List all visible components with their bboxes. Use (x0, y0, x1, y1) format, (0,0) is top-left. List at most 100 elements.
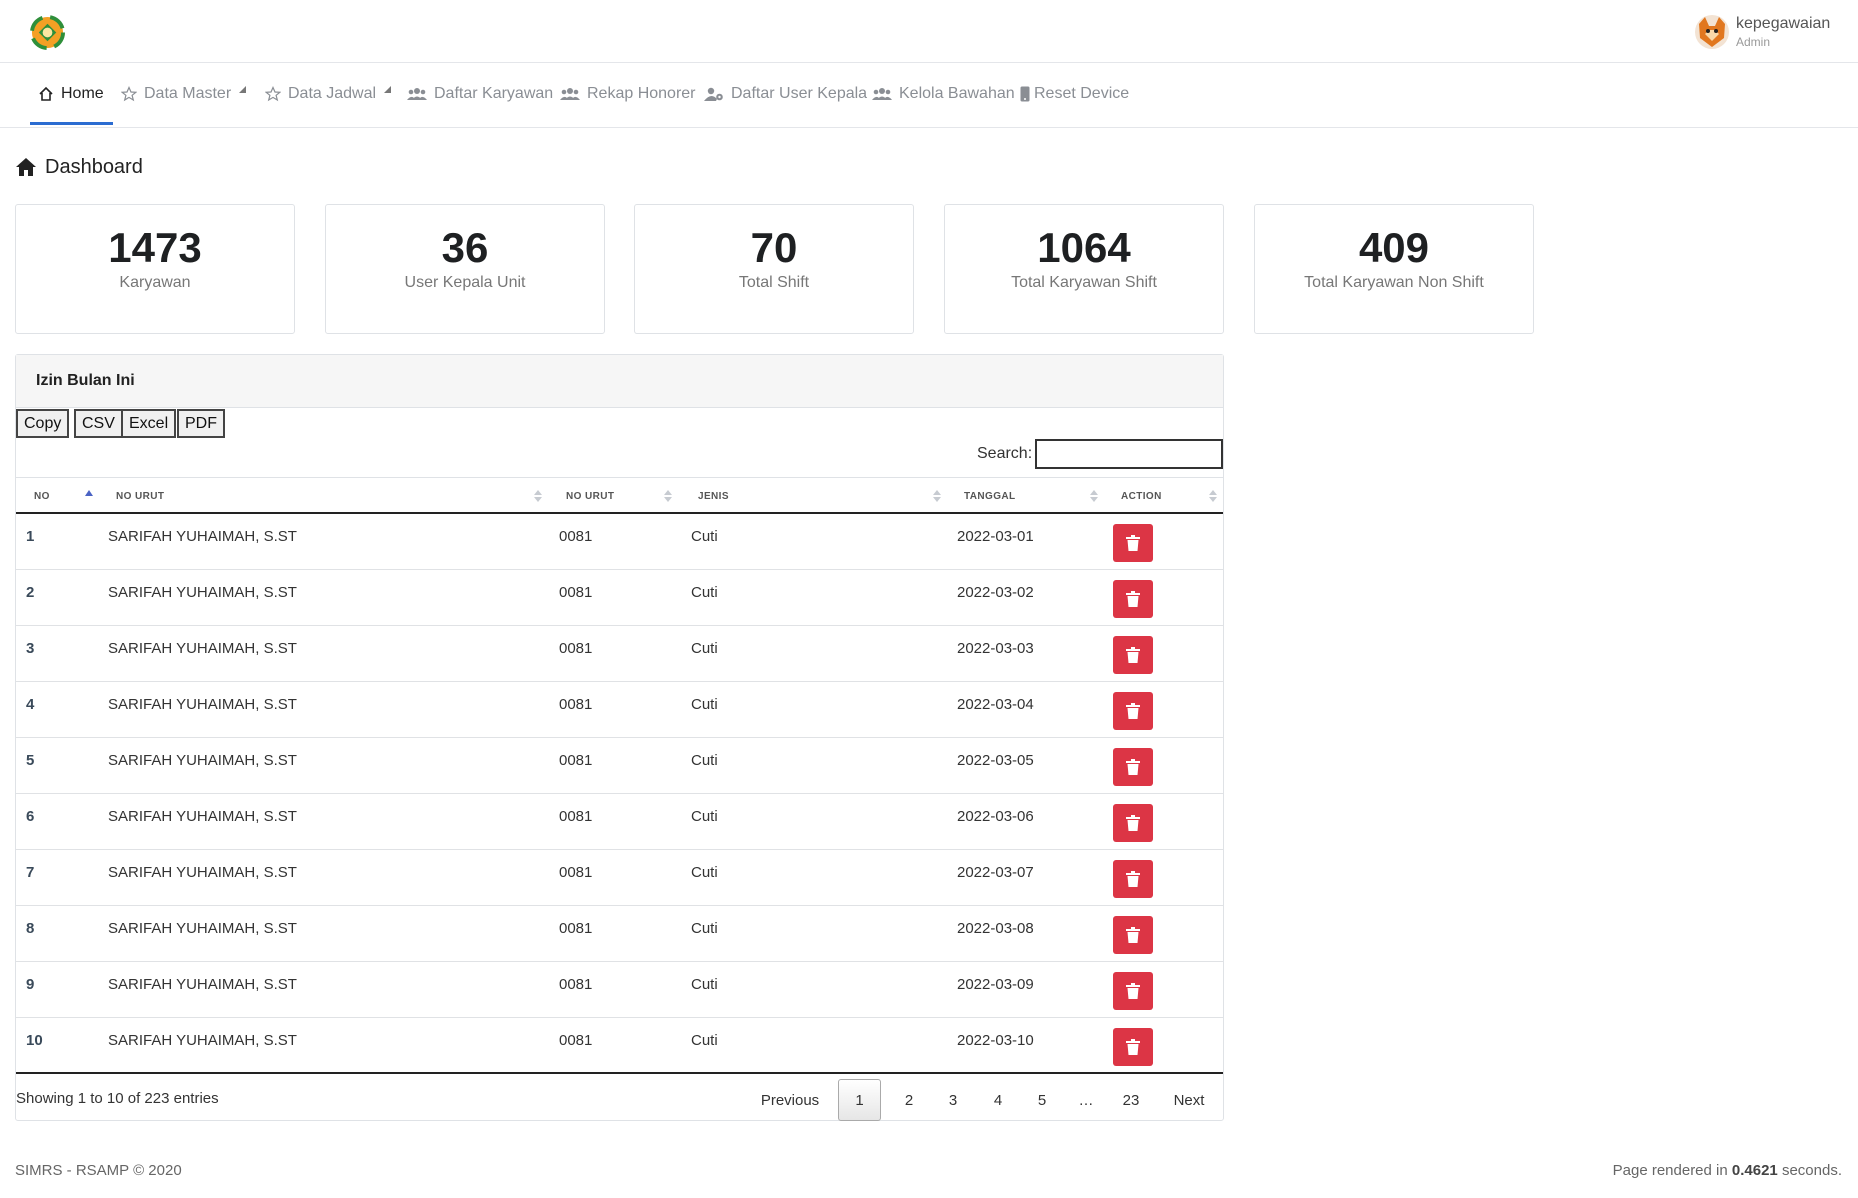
sort-icon (933, 490, 941, 502)
cell-tanggal: 2022-03-06 (957, 808, 1034, 825)
footer-render-time: Page rendered in 0.4621 seconds. (1613, 1162, 1842, 1179)
nav-kelola-bawahan-label: Kelola Bawahan (899, 85, 1015, 102)
table-body: 1 SARIFAH YUHAIMAH, S.ST 0081 Cuti 2022-… (16, 514, 1223, 1074)
delete-button[interactable] (1113, 860, 1153, 898)
user-role: Admin (1736, 35, 1771, 49)
stat-card-total-shift: 70 Total Shift (634, 204, 914, 334)
pagination-ellipsis: … (1078, 1091, 1094, 1109)
trash-icon (1126, 591, 1140, 607)
cell-no: 1 (26, 528, 35, 545)
table-info: Showing 1 to 10 of 223 entries (16, 1090, 219, 1107)
delete-button[interactable] (1113, 972, 1153, 1010)
cell-no-urut: 0081 (559, 752, 593, 769)
table-row: 7 SARIFAH YUHAIMAH, S.ST 0081 Cuti 2022-… (16, 850, 1223, 906)
cell-jenis: Cuti (691, 528, 718, 545)
table-row: 4 SARIFAH YUHAIMAH, S.ST 0081 Cuti 2022-… (16, 682, 1223, 738)
user-name[interactable]: kepegawaian (1736, 15, 1830, 33)
column-header-nama[interactable]: NO URUT (116, 478, 164, 514)
column-header-tanggal[interactable]: TANGGAL (964, 478, 1016, 514)
pagination-page-4[interactable]: 4 (983, 1079, 1013, 1121)
stat-value: 36 (441, 224, 489, 271)
trash-icon (1126, 703, 1140, 719)
stat-value: 70 (750, 224, 798, 271)
table-row: 10 SARIFAH YUHAIMAH, S.ST 0081 Cuti 2022… (16, 1018, 1223, 1074)
trash-icon (1126, 815, 1140, 831)
pagination-page-23[interactable]: 23 (1113, 1079, 1149, 1121)
trash-icon (1126, 759, 1140, 775)
table-row: 1 SARIFAH YUHAIMAH, S.ST 0081 Cuti 2022-… (16, 514, 1223, 570)
cell-nama: SARIFAH YUHAIMAH, S.ST (108, 528, 297, 545)
nav-daftar-user-kepala[interactable]: Daftar User Kepala (704, 64, 867, 124)
app-logo[interactable] (30, 15, 65, 50)
cell-tanggal: 2022-03-07 (957, 864, 1034, 881)
sort-icon (534, 490, 542, 502)
cell-nama: SARIFAH YUHAIMAH, S.ST (108, 696, 297, 713)
nav-data-jadwal-label: Data Jadwal (288, 85, 377, 102)
nav-home-label: Home (61, 85, 104, 102)
table-row: 2 SARIFAH YUHAIMAH, S.ST 0081 Cuti 2022-… (16, 570, 1223, 626)
nav-daftar-karyawan[interactable]: Daftar Karyawan (407, 64, 553, 124)
csv-button[interactable]: CSV (74, 409, 123, 438)
top-header: kepegawaian Admin (0, 0, 1858, 63)
pagination-page-5[interactable]: 5 (1027, 1079, 1057, 1121)
excel-button[interactable]: Excel (121, 409, 177, 438)
stat-value: 1064 (1037, 224, 1131, 271)
cell-no-urut: 0081 (559, 640, 593, 657)
nav-reset-device[interactable]: Reset Device (1020, 64, 1129, 124)
user-cog-icon (704, 87, 723, 101)
search-input[interactable] (1035, 439, 1223, 469)
cell-nama: SARIFAH YUHAIMAH, S.ST (108, 640, 297, 657)
mobile-icon (1020, 86, 1030, 102)
nav-data-jadwal[interactable]: Data Jadwal (265, 64, 392, 124)
cell-no: 9 (26, 976, 35, 993)
cell-no: 7 (26, 864, 35, 881)
column-header-jenis[interactable]: JENIS (698, 478, 729, 514)
delete-button[interactable] (1113, 916, 1153, 954)
nav-daftar-karyawan-label: Daftar Karyawan (434, 85, 554, 102)
users-icon (560, 88, 580, 100)
cell-tanggal: 2022-03-08 (957, 920, 1034, 937)
nav-data-master[interactable]: Data Master (121, 64, 247, 124)
cell-no: 3 (26, 640, 35, 657)
delete-button[interactable] (1113, 1028, 1153, 1066)
pagination-next[interactable]: Next (1166, 1079, 1212, 1121)
nav-data-master-label: Data Master (144, 85, 232, 102)
avatar[interactable] (1694, 14, 1730, 50)
stat-card-karyawan-shift: 1064 Total Karyawan Shift (944, 204, 1224, 334)
nav-rekap-honorer[interactable]: Rekap Honorer (560, 64, 696, 124)
cell-nama: SARIFAH YUHAIMAH, S.ST (108, 584, 297, 601)
stat-value: 1473 (108, 224, 202, 271)
pdf-button[interactable]: PDF (177, 409, 225, 438)
column-header-no-urut[interactable]: NO URUT (566, 478, 614, 514)
cell-nama: SARIFAH YUHAIMAH, S.ST (108, 752, 297, 769)
cell-jenis: Cuti (691, 584, 718, 601)
nav-home[interactable]: Home (38, 64, 104, 124)
copy-button[interactable]: Copy (16, 409, 70, 438)
pagination-page-3[interactable]: 3 (938, 1079, 968, 1121)
cell-jenis: Cuti (691, 808, 718, 825)
delete-button[interactable] (1113, 748, 1153, 786)
cell-tanggal: 2022-03-03 (957, 640, 1034, 657)
stat-card-user-kepala-unit: 36 User Kepala Unit (325, 204, 605, 334)
pagination-page-1[interactable]: 1 (838, 1079, 881, 1121)
footer-render-suffix: seconds. (1777, 1162, 1842, 1179)
trash-icon (1126, 983, 1140, 999)
cell-jenis: Cuti (691, 976, 718, 993)
table-row: 5 SARIFAH YUHAIMAH, S.ST 0081 Cuti 2022-… (16, 738, 1223, 794)
pagination-previous[interactable]: Previous (757, 1079, 823, 1121)
izin-panel: Izin Bulan Ini Copy CSV Excel PDF Search… (15, 354, 1224, 1121)
nav-kelola-bawahan[interactable]: Kelola Bawahan (872, 64, 1015, 124)
pagination-page-2[interactable]: 2 (894, 1079, 924, 1121)
column-header-action[interactable]: ACTION (1121, 478, 1162, 514)
delete-button[interactable] (1113, 524, 1153, 562)
cell-tanggal: 2022-03-02 (957, 584, 1034, 601)
column-header-no[interactable]: NO (34, 478, 50, 514)
delete-button[interactable] (1113, 580, 1153, 618)
sort-icon (664, 490, 672, 502)
cell-tanggal: 2022-03-09 (957, 976, 1034, 993)
cell-jenis: Cuti (691, 864, 718, 881)
cell-jenis: Cuti (691, 640, 718, 657)
delete-button[interactable] (1113, 692, 1153, 730)
delete-button[interactable] (1113, 636, 1153, 674)
delete-button[interactable] (1113, 804, 1153, 842)
